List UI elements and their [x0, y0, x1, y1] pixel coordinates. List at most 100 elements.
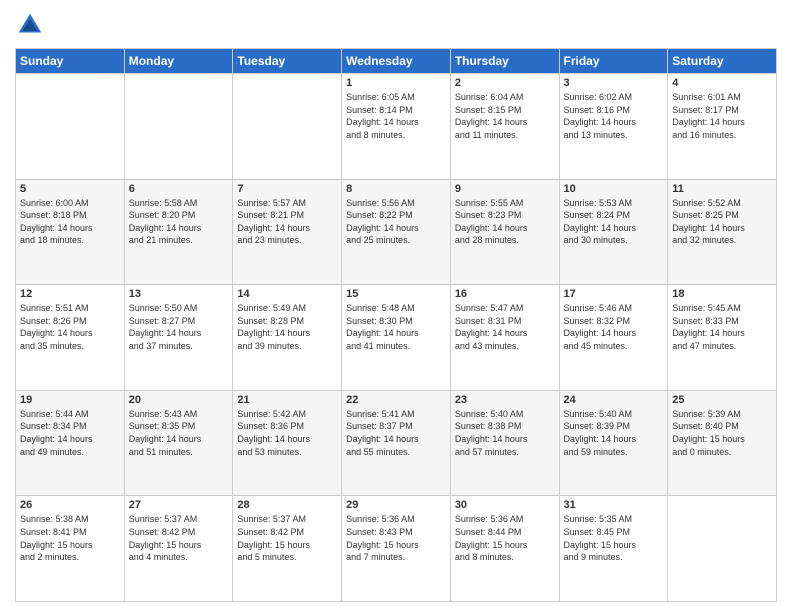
col-monday: Monday	[124, 49, 233, 74]
day-info: Sunrise: 5:49 AMSunset: 8:28 PMDaylight:…	[237, 302, 337, 352]
day-number: 14	[237, 288, 337, 300]
day-info-line: Daylight: 14 hours	[455, 116, 555, 129]
day-number: 5	[20, 183, 120, 195]
day-info: Sunrise: 5:36 AMSunset: 8:44 PMDaylight:…	[455, 513, 555, 563]
day-info-line: and 45 minutes.	[564, 340, 664, 353]
calendar-day: 12 Sunrise: 5:51 AMSunset: 8:26 PMDayligh…	[16, 285, 125, 391]
day-info-line: Daylight: 14 hours	[564, 433, 664, 446]
calendar-day: 13Sunrise: 5:50 AMSunset: 8:27 PMDayligh…	[124, 285, 233, 391]
col-thursday: Thursday	[450, 49, 559, 74]
day-info-line: Daylight: 14 hours	[564, 222, 664, 235]
calendar-header: Sunday Monday Tuesday Wednesday Thursday…	[16, 49, 777, 74]
calendar-day: 17 Sunrise: 5:46 AMSunset: 8:32 PMDayligh…	[559, 285, 668, 391]
day-info: Sunrise: 5:56 AMSunset: 8:22 PMDaylight:…	[346, 197, 446, 247]
day-number: 9	[455, 183, 555, 195]
day-info-line: Sunrise: 5:57 AM	[237, 197, 337, 210]
logo-icon	[15, 10, 45, 40]
day-info-line: Sunrise: 5:45 AM	[672, 302, 772, 315]
calendar-day: 19Sunrise: 5:44 AMSunset: 8:34 PMDayligh…	[16, 390, 125, 496]
day-info-line: Sunrise: 5:43 AM	[129, 408, 229, 421]
day-info-line: Sunset: 8:38 PM	[455, 420, 555, 433]
day-info-line: Daylight: 14 hours	[237, 433, 337, 446]
calendar-day: 18 Sunrise: 5:45 AMSunset: 8:33 PMDayligh…	[668, 285, 777, 391]
day-number: 18	[672, 288, 772, 300]
calendar-day: 5 Sunrise: 6:00 AMSunset: 8:18 PMDaylight…	[16, 179, 125, 285]
day-info: Sunrise: 5:41 AMSunset: 8:37 PMDaylight:…	[346, 408, 446, 458]
day-info: Sunrise: 5:35 AMSunset: 8:45 PMDaylight:…	[564, 513, 664, 563]
day-info-line: and 30 minutes.	[564, 234, 664, 247]
day-info: Sunrise: 5:36 AMSunset: 8:43 PMDaylight:…	[346, 513, 446, 563]
day-info-line: Sunrise: 5:47 AM	[455, 302, 555, 315]
calendar-day: 25Sunrise: 5:39 AMSunset: 8:40 PMDayligh…	[668, 390, 777, 496]
day-info-line: Sunrise: 5:58 AM	[129, 197, 229, 210]
calendar-day: 2Sunrise: 6:04 AMSunset: 8:15 PMDaylight…	[450, 74, 559, 180]
day-number: 15	[346, 288, 446, 300]
day-info-line: Sunrise: 5:48 AM	[346, 302, 446, 315]
day-info-line: Daylight: 14 hours	[455, 327, 555, 340]
day-info-line: Daylight: 14 hours	[237, 327, 337, 340]
calendar-day: 8Sunrise: 5:56 AMSunset: 8:22 PMDaylight…	[342, 179, 451, 285]
day-info-line: and 43 minutes.	[455, 340, 555, 353]
day-info-line: and 25 minutes.	[346, 234, 446, 247]
day-number: 7	[237, 183, 337, 195]
day-info: Sunrise: 6:00 AMSunset: 8:18 PMDaylight:…	[20, 197, 120, 247]
day-info-line: and 28 minutes.	[455, 234, 555, 247]
day-info-line: Daylight: 15 hours	[672, 433, 772, 446]
day-info: Sunrise: 5:57 AMSunset: 8:21 PMDaylight:…	[237, 197, 337, 247]
day-info-line: Sunset: 8:33 PM	[672, 315, 772, 328]
day-info-line: Daylight: 15 hours	[455, 539, 555, 552]
day-info-line: and 21 minutes.	[129, 234, 229, 247]
calendar-day: 26Sunrise: 5:38 AMSunset: 8:41 PMDayligh…	[16, 496, 125, 602]
day-info-line: Sunset: 8:35 PM	[129, 420, 229, 433]
day-info-line: Sunrise: 5:49 AM	[237, 302, 337, 315]
day-info-line: Sunset: 8:44 PM	[455, 526, 555, 539]
day-number: 17	[564, 288, 664, 300]
day-info-line: Sunrise: 5:50 AM	[129, 302, 229, 315]
day-info-line: Sunrise: 5:51 AM	[20, 302, 120, 315]
day-info: Sunrise: 5:38 AMSunset: 8:41 PMDaylight:…	[20, 513, 120, 563]
calendar-day: 7 Sunrise: 5:57 AMSunset: 8:21 PMDaylight…	[233, 179, 342, 285]
day-info-line: and 47 minutes.	[672, 340, 772, 353]
calendar-day: 20Sunrise: 5:43 AMSunset: 8:35 PMDayligh…	[124, 390, 233, 496]
day-info-line: Daylight: 14 hours	[346, 116, 446, 129]
day-info-line: Daylight: 14 hours	[455, 222, 555, 235]
day-number: 30	[455, 499, 555, 511]
day-info-line: Daylight: 14 hours	[20, 327, 120, 340]
col-friday: Friday	[559, 49, 668, 74]
calendar-day: 14 Sunrise: 5:49 AMSunset: 8:28 PMDayligh…	[233, 285, 342, 391]
day-number: 13	[129, 288, 229, 300]
calendar-week-0: 1Sunrise: 6:05 AMSunset: 8:14 PMDaylight…	[16, 74, 777, 180]
day-info-line: Sunrise: 5:44 AM	[20, 408, 120, 421]
day-number: 31	[564, 499, 664, 511]
day-info-line: and 57 minutes.	[455, 446, 555, 459]
day-number: 2	[455, 77, 555, 89]
calendar-day: 21Sunrise: 5:42 AMSunset: 8:36 PMDayligh…	[233, 390, 342, 496]
day-info-line: Daylight: 14 hours	[672, 327, 772, 340]
day-info-line: and 39 minutes.	[237, 340, 337, 353]
day-info-line: Sunrise: 5:39 AM	[672, 408, 772, 421]
col-saturday: Saturday	[668, 49, 777, 74]
calendar-day: 10Sunrise: 5:53 AMSunset: 8:24 PMDayligh…	[559, 179, 668, 285]
day-number: 28	[237, 499, 337, 511]
header	[15, 10, 777, 40]
day-number: 29	[346, 499, 446, 511]
calendar-day: 9Sunrise: 5:55 AMSunset: 8:23 PMDaylight…	[450, 179, 559, 285]
day-info-line: Daylight: 14 hours	[346, 327, 446, 340]
day-info: Sunrise: 5:46 AMSunset: 8:32 PMDaylight:…	[564, 302, 664, 352]
day-info-line: Daylight: 14 hours	[237, 222, 337, 235]
day-info-line: Sunset: 8:20 PM	[129, 209, 229, 222]
calendar-day	[124, 74, 233, 180]
day-info: Sunrise: 5:45 AMSunset: 8:33 PMDaylight:…	[672, 302, 772, 352]
day-info-line: Sunrise: 5:36 AM	[346, 513, 446, 526]
day-info-line: and 18 minutes.	[20, 234, 120, 247]
calendar-day: 6Sunrise: 5:58 AMSunset: 8:20 PMDaylight…	[124, 179, 233, 285]
day-info-line: Sunset: 8:26 PM	[20, 315, 120, 328]
day-info-line: Sunrise: 6:01 AM	[672, 91, 772, 104]
calendar-day	[668, 496, 777, 602]
day-info: Sunrise: 5:44 AMSunset: 8:34 PMDaylight:…	[20, 408, 120, 458]
day-info-line: Sunrise: 6:05 AM	[346, 91, 446, 104]
day-info: Sunrise: 5:51 AMSunset: 8:26 PMDaylight:…	[20, 302, 120, 352]
day-info-line: Sunset: 8:27 PM	[129, 315, 229, 328]
day-info-line: Sunrise: 5:37 AM	[237, 513, 337, 526]
day-number: 12	[20, 288, 120, 300]
